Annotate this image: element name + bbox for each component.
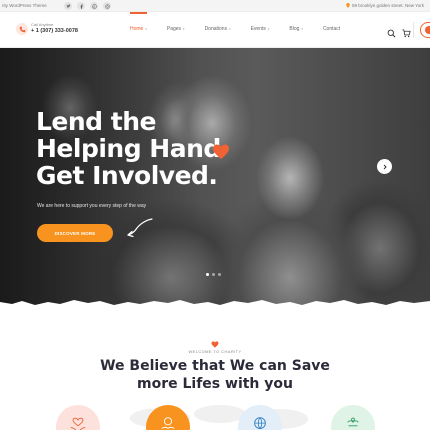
arrow-doodle-icon: [127, 218, 153, 238]
slider-dot[interactable]: [218, 273, 221, 276]
nav-contact[interactable]: Contact: [323, 26, 340, 32]
address-text: 59 brooklyn golden street. New York: [351, 3, 424, 8]
hands-icon: [347, 417, 359, 427]
globe-icon: [254, 417, 266, 430]
heart-hands-icon: [70, 417, 86, 430]
section-title: We Believe that We can Save more Lifes w…: [0, 357, 430, 393]
section-title-line: more Lifes with you: [137, 376, 293, 392]
main-nav: Home ▾ Pages ▾ Donations ▾ Events ▾ Blog…: [130, 12, 360, 32]
phone-number[interactable]: + 1 (307) 333-0078: [31, 28, 78, 34]
section-eyebrow: WELCOME TO CHARITY: [188, 349, 242, 354]
chevron-down-icon: ▾: [229, 27, 231, 31]
torn-paper-edge: [0, 300, 430, 310]
hero-headline: Lend the Helping Hand Get Involved.: [36, 108, 221, 189]
twitter-icon[interactable]: [64, 2, 72, 10]
donate-button[interactable]: [420, 22, 430, 38]
hero-slider: Lend the Helping Hand Get Involved. We a…: [0, 48, 430, 305]
section-title-line: We Believe that We can Save: [100, 358, 330, 374]
nav-pages-label: Pages: [166, 26, 182, 32]
heart-icon: [213, 144, 229, 159]
feature-heart-hands: [56, 405, 100, 430]
nav-pages[interactable]: Pages ▾: [167, 26, 185, 32]
social-links: [64, 2, 111, 10]
nav-home[interactable]: Home ▾: [130, 12, 147, 32]
chevron-down-icon: ▾: [267, 27, 270, 31]
discover-more-button[interactable]: DISCOVER MORE: [37, 224, 113, 242]
headline-line: Lend the: [36, 107, 156, 136]
heart-icon: [211, 341, 219, 348]
headline-line: Helping Hand: [36, 134, 221, 163]
pinterest-icon[interactable]: [90, 2, 98, 10]
slider-dot[interactable]: [212, 273, 215, 276]
chevron-down-icon: ▾: [145, 27, 147, 31]
page: rity WordPress Theme 59 brooklyn golden …: [0, 0, 430, 430]
nav-blog-label: Blog: [289, 26, 300, 32]
charity-icon: [161, 417, 175, 430]
call-label: Call Anytime: [31, 22, 54, 27]
hero-subtext: We are here to support you every step of…: [37, 203, 147, 209]
chevron-down-icon: ▾: [183, 27, 185, 31]
header: Call Anytime + 1 (307) 333-0078 Home ▾ P…: [0, 12, 430, 48]
slider-dots: [206, 273, 221, 276]
header-divider: [413, 22, 414, 38]
nav-home-label: Home: [130, 26, 144, 32]
nav-blog[interactable]: Blog ▾: [289, 26, 303, 32]
slider-dot[interactable]: [206, 273, 209, 276]
chevron-right-icon: [383, 164, 387, 169]
nav-donations[interactable]: Donations ▾: [205, 26, 231, 32]
feature-hands: [331, 405, 375, 430]
nav-donations-label: Donations: [204, 26, 228, 32]
headline-line: Get Involved.: [36, 161, 218, 190]
search-icon[interactable]: [387, 25, 396, 38]
address: 59 brooklyn golden street. New York: [346, 3, 424, 8]
phone-badge-icon: [16, 23, 28, 35]
top-bar: rity WordPress Theme 59 brooklyn golden …: [0, 0, 430, 12]
nav-events[interactable]: Events ▾: [251, 26, 270, 32]
slider-next-button[interactable]: [377, 159, 392, 174]
facebook-icon[interactable]: [77, 2, 85, 10]
location-pin-icon: [346, 3, 350, 8]
instagram-icon[interactable]: [103, 2, 111, 10]
nav-events-label: Events: [250, 26, 266, 32]
nav-contact-label: Contact: [322, 26, 341, 32]
cart-icon[interactable]: [402, 25, 411, 38]
chevron-down-icon: ▾: [301, 27, 303, 31]
theme-name: rity WordPress Theme: [2, 3, 47, 8]
